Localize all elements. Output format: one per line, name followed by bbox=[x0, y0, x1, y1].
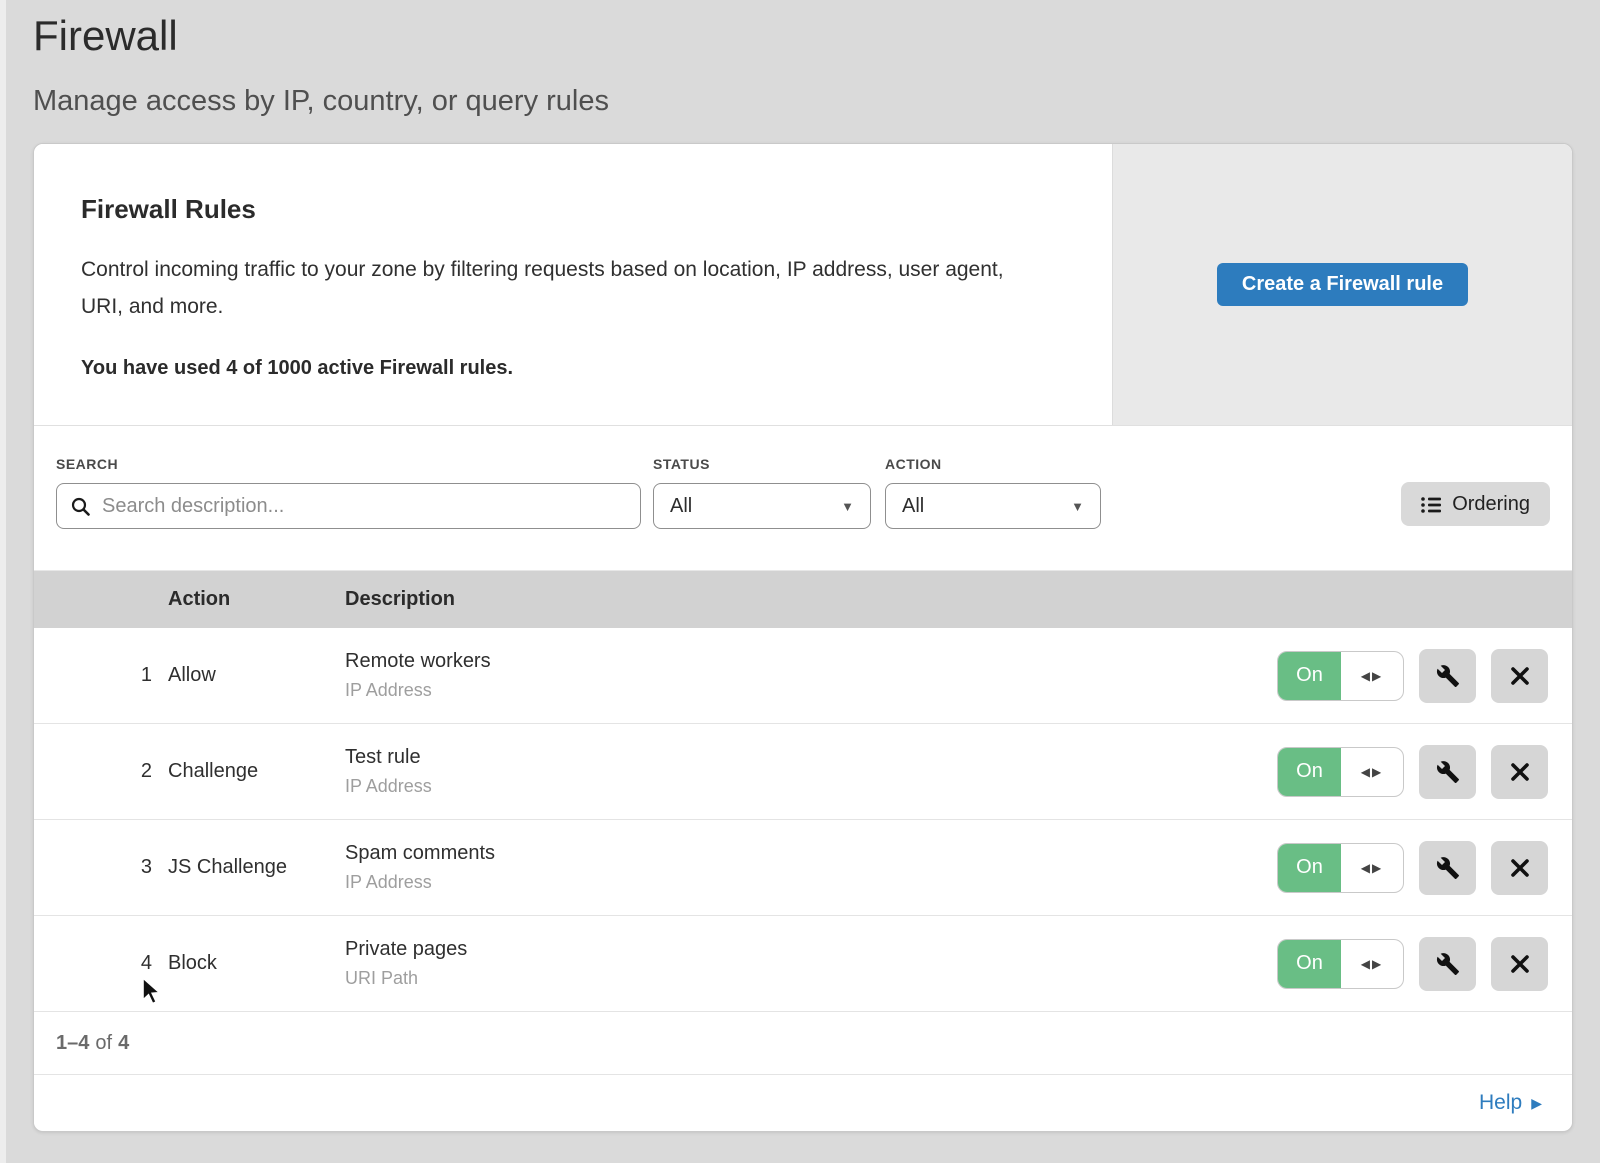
chevron-down-icon: ▼ bbox=[1071, 499, 1084, 514]
table-row: 4 Block Private pages URI Path On ◀▶ bbox=[34, 916, 1572, 1012]
edit-rule-button[interactable] bbox=[1419, 937, 1476, 991]
search-filter-group: SEARCH bbox=[56, 456, 641, 529]
rule-match-type: IP Address bbox=[345, 680, 1277, 701]
rule-description: Private pages bbox=[345, 938, 1277, 961]
status-selected-value: All bbox=[670, 495, 692, 518]
close-icon bbox=[1510, 762, 1530, 782]
rule-controls: On ◀▶ bbox=[1277, 937, 1572, 991]
close-icon bbox=[1510, 954, 1530, 974]
help-label: Help bbox=[1479, 1091, 1522, 1115]
status-label: STATUS bbox=[653, 456, 871, 472]
search-box[interactable] bbox=[56, 483, 641, 529]
help-arrow-icon: ▶ bbox=[1531, 1096, 1542, 1110]
help-row: Help ▶ bbox=[34, 1075, 1572, 1130]
rule-description-cell: Test rule IP Address bbox=[345, 746, 1277, 797]
rules-usage-text: You have used 4 of 1000 active Firewall … bbox=[81, 357, 1052, 380]
rule-action: Challenge bbox=[168, 760, 345, 783]
delete-rule-button[interactable] bbox=[1491, 745, 1548, 799]
create-rule-panel: Create a Firewall rule bbox=[1112, 144, 1572, 425]
page-title: Firewall bbox=[33, 10, 1600, 63]
rule-controls: On ◀▶ bbox=[1277, 841, 1572, 895]
action-selected-value: All bbox=[902, 495, 924, 518]
rule-controls: On ◀▶ bbox=[1277, 745, 1572, 799]
rule-priority: 2 bbox=[34, 760, 168, 783]
action-filter-group: ACTION All ▼ bbox=[885, 456, 1101, 529]
help-link[interactable]: Help ▶ bbox=[1479, 1091, 1542, 1115]
table-row: 2 Challenge Test rule IP Address On ◀▶ bbox=[34, 724, 1572, 820]
description-column-header: Description bbox=[345, 588, 1277, 611]
table-row: 1 Allow Remote workers IP Address On ◀▶ bbox=[34, 628, 1572, 724]
search-icon bbox=[71, 497, 90, 516]
left-right-arrows-icon: ◀▶ bbox=[1341, 940, 1403, 988]
action-label: ACTION bbox=[885, 456, 1101, 472]
page-header: Firewall Manage access by IP, country, o… bbox=[0, 0, 1600, 118]
rule-description: Remote workers bbox=[345, 650, 1277, 673]
close-icon bbox=[1510, 666, 1530, 686]
rule-priority: 3 bbox=[34, 856, 168, 879]
wrench-icon bbox=[1436, 952, 1460, 976]
ordered-list-icon bbox=[1421, 496, 1441, 513]
rule-action: Allow bbox=[168, 664, 345, 687]
create-firewall-rule-button[interactable]: Create a Firewall rule bbox=[1217, 263, 1468, 306]
rules-heading: Firewall Rules bbox=[81, 194, 1052, 225]
delete-rule-button[interactable] bbox=[1491, 649, 1548, 703]
rule-priority: 4 bbox=[34, 952, 168, 975]
rule-enabled-toggle[interactable]: On ◀▶ bbox=[1277, 939, 1404, 989]
rule-controls: On ◀▶ bbox=[1277, 649, 1572, 703]
status-filter-group: STATUS All ▼ bbox=[653, 456, 871, 529]
firewall-rules-card: Firewall Rules Control incoming traffic … bbox=[33, 143, 1573, 1132]
wrench-icon bbox=[1436, 856, 1460, 880]
toggle-on-label: On bbox=[1278, 844, 1341, 892]
toggle-on-label: On bbox=[1278, 940, 1341, 988]
filters-bar: SEARCH STATUS All ▼ ACTION All ▼ bbox=[34, 426, 1572, 571]
rule-description-cell: Remote workers IP Address bbox=[345, 650, 1277, 701]
rule-match-type: URI Path bbox=[345, 968, 1277, 989]
close-icon bbox=[1510, 858, 1530, 878]
rule-enabled-toggle[interactable]: On ◀▶ bbox=[1277, 651, 1404, 701]
rule-enabled-toggle[interactable]: On ◀▶ bbox=[1277, 747, 1404, 797]
pagination: 1–4 of 4 bbox=[34, 1012, 1572, 1075]
wrench-icon bbox=[1436, 760, 1460, 784]
table-row: 3 JS Challenge Spam comments IP Address … bbox=[34, 820, 1572, 916]
pagination-of: of bbox=[95, 1032, 112, 1055]
ordering-button[interactable]: Ordering bbox=[1401, 482, 1550, 526]
chevron-down-icon: ▼ bbox=[841, 499, 854, 514]
left-right-arrows-icon: ◀▶ bbox=[1341, 652, 1403, 700]
action-select[interactable]: All ▼ bbox=[885, 483, 1101, 529]
search-label: SEARCH bbox=[56, 456, 641, 472]
rules-intro: Firewall Rules Control incoming traffic … bbox=[34, 144, 1112, 425]
pagination-total: 4 bbox=[118, 1032, 129, 1055]
rule-description: Spam comments bbox=[345, 842, 1277, 865]
edit-rule-button[interactable] bbox=[1419, 649, 1476, 703]
rule-action: JS Challenge bbox=[168, 856, 345, 879]
toggle-on-label: On bbox=[1278, 748, 1341, 796]
status-select[interactable]: All ▼ bbox=[653, 483, 871, 529]
rule-description: Test rule bbox=[345, 746, 1277, 769]
wrench-icon bbox=[1436, 664, 1460, 688]
rule-match-type: IP Address bbox=[345, 872, 1277, 893]
delete-rule-button[interactable] bbox=[1491, 937, 1548, 991]
edit-rule-button[interactable] bbox=[1419, 841, 1476, 895]
search-input[interactable] bbox=[100, 494, 626, 519]
pagination-range: 1–4 bbox=[56, 1032, 89, 1055]
rules-description: Control incoming traffic to your zone by… bbox=[81, 251, 1031, 325]
left-right-arrows-icon: ◀▶ bbox=[1341, 844, 1403, 892]
rule-description-cell: Private pages URI Path bbox=[345, 938, 1277, 989]
rule-description-cell: Spam comments IP Address bbox=[345, 842, 1277, 893]
ordering-button-label: Ordering bbox=[1452, 493, 1530, 516]
delete-rule-button[interactable] bbox=[1491, 841, 1548, 895]
page-subtitle: Manage access by IP, country, or query r… bbox=[33, 85, 1600, 118]
action-column-header: Action bbox=[168, 588, 345, 611]
card-top-section: Firewall Rules Control incoming traffic … bbox=[34, 144, 1572, 426]
toggle-on-label: On bbox=[1278, 652, 1341, 700]
rule-action: Block bbox=[168, 952, 345, 975]
rule-priority: 1 bbox=[34, 664, 168, 687]
left-right-arrows-icon: ◀▶ bbox=[1341, 748, 1403, 796]
rule-match-type: IP Address bbox=[345, 776, 1277, 797]
table-header-row: Action Description bbox=[34, 571, 1572, 628]
rule-enabled-toggle[interactable]: On ◀▶ bbox=[1277, 843, 1404, 893]
edit-rule-button[interactable] bbox=[1419, 745, 1476, 799]
